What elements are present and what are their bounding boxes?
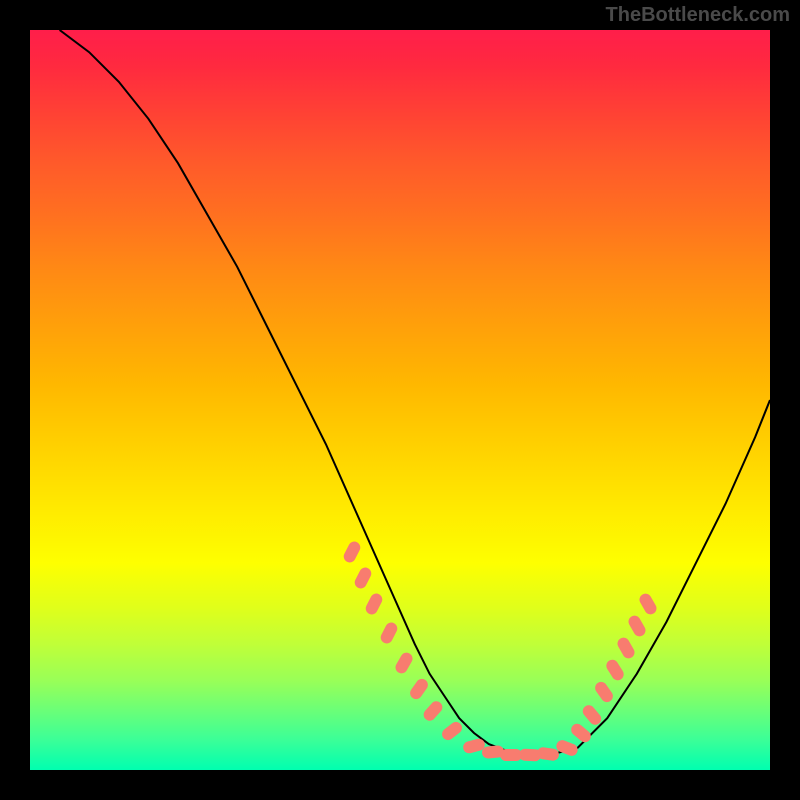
data-marker bbox=[637, 591, 658, 616]
data-marker bbox=[569, 721, 594, 744]
data-marker bbox=[421, 699, 445, 723]
data-marker bbox=[592, 680, 614, 705]
data-marker bbox=[364, 591, 385, 616]
watermark-text: TheBottleneck.com bbox=[606, 4, 790, 27]
data-marker bbox=[407, 676, 429, 701]
data-marker bbox=[379, 621, 400, 646]
data-marker bbox=[393, 650, 414, 675]
markers-layer bbox=[30, 30, 770, 770]
data-marker bbox=[626, 613, 647, 638]
data-marker bbox=[353, 565, 374, 590]
plot-area bbox=[30, 30, 770, 770]
data-marker bbox=[439, 719, 464, 742]
data-marker bbox=[342, 539, 363, 564]
data-marker bbox=[604, 658, 626, 683]
data-marker bbox=[615, 635, 636, 660]
data-marker bbox=[581, 702, 604, 727]
